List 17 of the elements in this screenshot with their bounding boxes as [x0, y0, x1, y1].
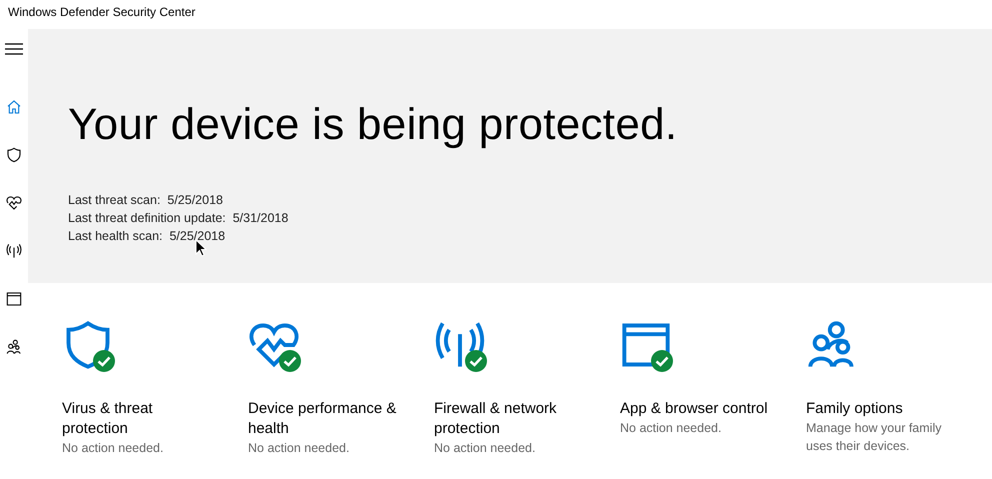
scan-info: Last threat definition update: 5/31/2018 [68, 210, 290, 227]
menu-icon[interactable] [5, 43, 23, 55]
tile-title-link[interactable]: Family options [806, 399, 966, 419]
tile-status: No action needed. [248, 440, 350, 457]
window-title: Windows Defender Security Center [7, 4, 196, 21]
tile-title-link[interactable]: Device performance & health [248, 399, 408, 439]
tile-title-link[interactable]: Firewall & network protection [434, 399, 594, 439]
tile-status: No action needed. [434, 440, 536, 457]
tile-title-link[interactable]: App & browser control [620, 399, 780, 419]
cursor-icon [195, 239, 207, 257]
scan-info: Last health scan: 5/25/2018 [68, 228, 226, 245]
tile-status: Manage how your family uses their devices. [806, 420, 942, 455]
tile-title-link[interactable]: Virus & threat protection [62, 399, 222, 439]
scan-info: Last threat scan: 5/25/2018 [68, 192, 224, 209]
tile-status: No action needed. [620, 420, 722, 437]
tile-status: No action needed. [62, 440, 164, 457]
headline: Your device is being protected. [68, 99, 678, 151]
